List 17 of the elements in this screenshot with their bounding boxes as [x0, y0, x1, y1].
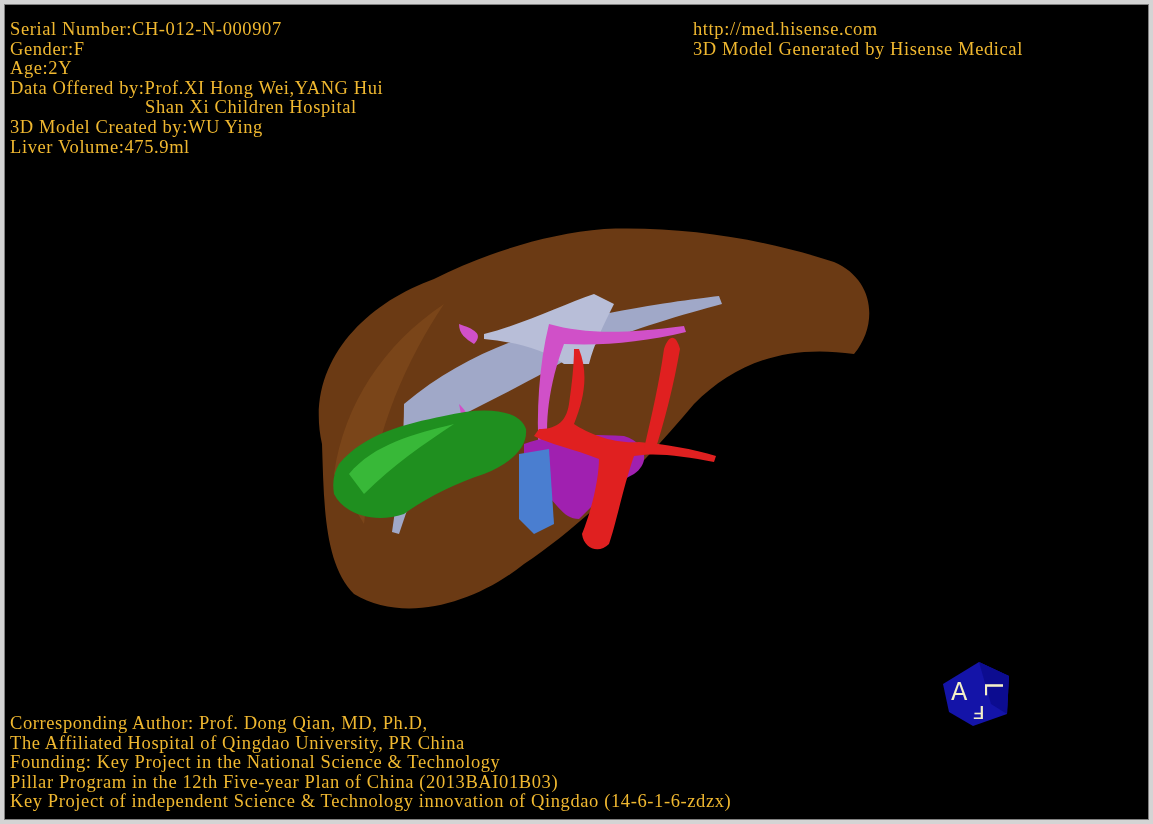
patient-info-text: 3D Model Created by:WU Ying	[10, 117, 263, 138]
credits-text: Pillar Program in the 12th Five-year Plan of China (2013BAI01B03)	[10, 772, 559, 793]
producer-text: 3D Model Generated by Hisense Medical	[693, 39, 1023, 60]
patient-info-text: Liver Volume:475.9ml	[10, 137, 190, 158]
credits-text: Founding: Key Project in the National Science & Technology	[10, 753, 501, 773]
credits-text: The Affiliated Hospital of Qingdao University, PR China	[10, 733, 465, 754]
cube-face-label: F	[972, 701, 985, 722]
patient-info-text: Serial Number:CH-012-N-000907	[10, 20, 282, 40]
patient-info-text: Shan Xi Children Hospital	[145, 98, 357, 118]
patient-info-text: Age:2Y	[10, 59, 73, 79]
patient-info-text: Data Offered by:Prof.XI Hong Wei,YANG Hui	[10, 78, 384, 99]
website-link[interactable]: http://med.hisense.com	[693, 20, 878, 40]
credits-text: Key Project of independent Science & Technology innovation of Qingdao (14-6-1-6-zdzx)	[10, 792, 732, 812]
cube-face-label: A	[951, 678, 968, 706]
patient-info-text: Gender:F	[10, 39, 85, 60]
credits-text: Corresponding Author: Prof. Dong Qian, MD, Ph.D,	[10, 714, 428, 734]
cube-face-label: L	[979, 682, 1007, 696]
